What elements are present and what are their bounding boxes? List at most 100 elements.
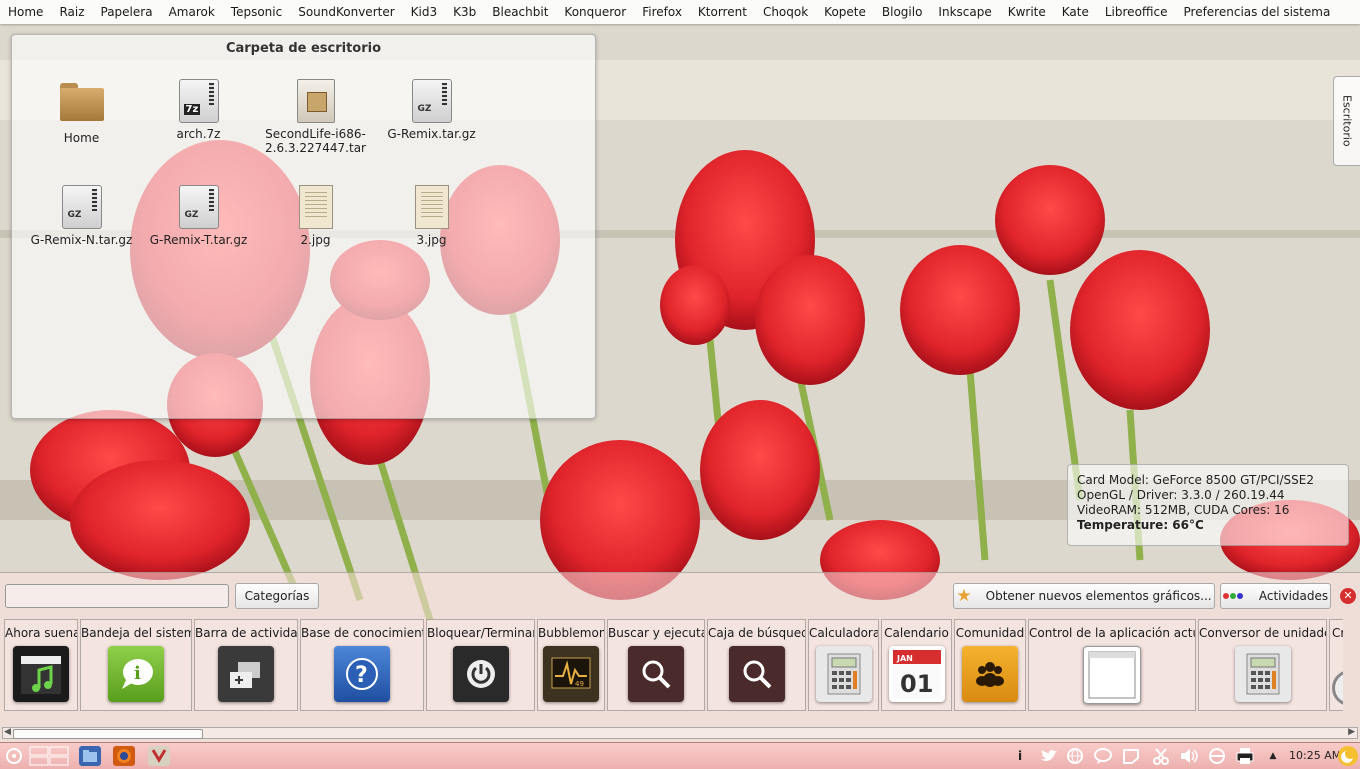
add-widgets-panel: Categorías ★ Obtener nuevos elementos gr… [0, 572, 1360, 743]
launcher-kid3[interactable]: Kid3 [403, 0, 445, 24]
launcher-blogilo[interactable]: Blogilo [874, 0, 931, 24]
launcher-kwrite[interactable]: Kwrite [1000, 0, 1054, 24]
launcher-tepsonic[interactable]: Tepsonic [223, 0, 290, 24]
power-icon [452, 646, 509, 702]
widget-card-buscar-ejecutar[interactable]: Buscar y ejecutar [607, 619, 705, 711]
scroll-right-icon[interactable]: ▶ [1348, 727, 1355, 737]
network-connection-icon[interactable] [1206, 746, 1228, 766]
tray-expand-icon[interactable]: ▲ [1266, 746, 1280, 766]
gpu-temperature: Temperature: 66°C [1077, 518, 1204, 532]
categories-button[interactable]: Categorías [235, 583, 319, 609]
firefox-icon[interactable] [113, 746, 135, 766]
activities-icon [1222, 593, 1243, 599]
clock[interactable]: 10:25 AM [1289, 743, 1341, 769]
get-new-widgets-button[interactable]: ★ Obtener nuevos elementos gráficos... [953, 583, 1215, 609]
widget-card-comunidad[interactable]: Comunidad [954, 619, 1026, 711]
launcher-papelera[interactable]: Papelera [93, 0, 161, 24]
archive-gz-icon: GZ [178, 185, 219, 229]
widget-card-bloquear-terminar[interactable]: Bloquear/Terminar [426, 619, 535, 711]
widget-card-ahora-suena[interactable]: Ahora suena [4, 619, 78, 711]
launcher-inkscape[interactable]: Inkscape [930, 0, 999, 24]
widget-card-caja-busqueda[interactable]: Caja de búsqueda [707, 619, 806, 711]
file-item-g-remix-t[interactable]: GZ G-Remix-T.tar.gz [141, 185, 256, 247]
file-item-3-jpg[interactable]: 3.jpg [374, 185, 489, 247]
widget-card-barra-actividad[interactable]: Barra de actividad [194, 619, 298, 711]
launcher-preferencias-del-sistema[interactable]: Preferencias del sistema [1176, 0, 1339, 24]
widget-card-base-conocimiento[interactable]: Base de conocimiento ? [300, 619, 424, 711]
activity-bar-icon [218, 646, 274, 702]
activities-button[interactable]: Actividades [1220, 583, 1331, 609]
widget-search-input[interactable] [5, 584, 229, 608]
launcher-k3b[interactable]: K3b [445, 0, 484, 24]
app-window-icon [1083, 646, 1141, 704]
widget-card-bandeja-sistema[interactable]: Bandeja del sistema i [80, 619, 192, 711]
gpu-videoram: VideoRAM: 512MB, CUDA Cores: 16 [1077, 503, 1290, 517]
gpu-info-widget: Card Model: GeForce 8500 GT/PCI/SSE2 Ope… [1067, 464, 1349, 546]
file-item-2-jpg[interactable]: 2.jpg [258, 185, 373, 247]
desktop-toolbox-label: Escritorio [1340, 95, 1354, 147]
file-item-g-remix[interactable]: GZ G-Remix.tar.gz [374, 79, 489, 141]
chat-bubble-icon[interactable] [1092, 746, 1114, 766]
calendar-icon: JAN 01 [888, 646, 945, 702]
launcher-raiz[interactable]: Raiz [51, 0, 92, 24]
star-icon: ★ [956, 586, 972, 606]
file-item-secondlife[interactable]: SecondLife-i686-2.6.3.227447.tar [258, 79, 373, 155]
file-manager-icon[interactable] [79, 746, 101, 766]
launcher-konqueror[interactable]: Konqueror [556, 0, 634, 24]
gpu-card-model: Card Model: GeForce 8500 GT/PCI/SSE2 [1077, 473, 1314, 487]
bubblemon-badge: 49 [575, 680, 584, 688]
desktop-toolbox-tab[interactable]: Escritorio [1333, 76, 1360, 166]
package-icon [296, 79, 335, 123]
widget-card-bubblemon[interactable]: Bubblemon 49 [537, 619, 605, 711]
clapperboard-music-icon [13, 646, 69, 702]
widget-card-calendario[interactable]: Calendario JAN 01 [881, 619, 952, 711]
launcher-firefox[interactable]: Firefox [634, 0, 690, 24]
launcher-choqok[interactable]: Choqok [755, 0, 816, 24]
svg-text:?: ? [355, 663, 368, 688]
archive-7z-icon: 7z [178, 79, 219, 123]
image-file-icon [414, 185, 449, 229]
scissors-icon[interactable] [1150, 746, 1172, 766]
pager-icon[interactable] [28, 746, 70, 766]
launcher-ktorrent[interactable]: Ktorrent [690, 0, 755, 24]
widget-list: Ahora suena Bandeja del sistema i Barra … [4, 619, 1345, 711]
volume-icon[interactable] [1178, 746, 1200, 766]
clock-icon [1332, 670, 1343, 706]
file-item-home[interactable]: Home [24, 79, 139, 145]
network-globe-icon[interactable] [1064, 746, 1086, 766]
power-manager-icon[interactable] [1338, 746, 1358, 766]
scrollbar-thumb[interactable] [13, 729, 203, 739]
community-icon [962, 646, 1018, 702]
widget-list-scrollbar[interactable]: ◀ ▶ [2, 727, 1358, 739]
launcher-bleachbit[interactable]: Bleachbit [484, 0, 556, 24]
calculator-icon [815, 646, 872, 702]
launcher-amarok[interactable]: Amarok [161, 0, 223, 24]
printer-icon[interactable] [1234, 746, 1256, 766]
tray-info-icon[interactable]: i [1010, 746, 1030, 766]
magnifier-icon [628, 646, 684, 702]
scroll-left-icon[interactable]: ◀ [4, 727, 11, 737]
launcher-kopete[interactable]: Kopete [816, 0, 874, 24]
widget-card-cro[interactable]: Cro [1329, 619, 1343, 711]
widget-card-control-aplicacion[interactable]: Control de la aplicación actual [1028, 619, 1196, 711]
folder-icon [59, 83, 104, 121]
file-item-arch-7z[interactable]: 7z arch.7z [141, 79, 256, 141]
widget-card-calculadora[interactable]: Calculadora [808, 619, 879, 711]
folder-view-title: Carpeta de escritorio [225, 41, 382, 56]
folder-view-widget: Carpeta de escritorio Home 7z arch.7z Se… [11, 34, 596, 419]
launcher-libreoffice[interactable]: Libreoffice [1097, 0, 1176, 24]
calculator-icon [1234, 646, 1291, 702]
kde-menu-icon[interactable] [3, 746, 25, 766]
launcher-home[interactable]: Home [0, 0, 51, 24]
magnifier-icon [728, 646, 785, 702]
file-item-g-remix-n[interactable]: GZ G-Remix-N.tar.gz [24, 185, 139, 247]
choqok-icon[interactable] [148, 746, 170, 766]
calendar-day: 01 [900, 670, 933, 698]
notes-icon[interactable] [1120, 746, 1142, 766]
widget-card-conversor-unidades[interactable]: Conversor de unidades [1198, 619, 1327, 711]
twitter-bird-icon[interactable] [1038, 746, 1060, 766]
launcher-kate[interactable]: Kate [1054, 0, 1097, 24]
launcher-soundkonverter[interactable]: SoundKonverter [290, 0, 402, 24]
close-panel-button[interactable]: ✕ [1340, 588, 1356, 604]
image-file-icon [298, 185, 333, 229]
